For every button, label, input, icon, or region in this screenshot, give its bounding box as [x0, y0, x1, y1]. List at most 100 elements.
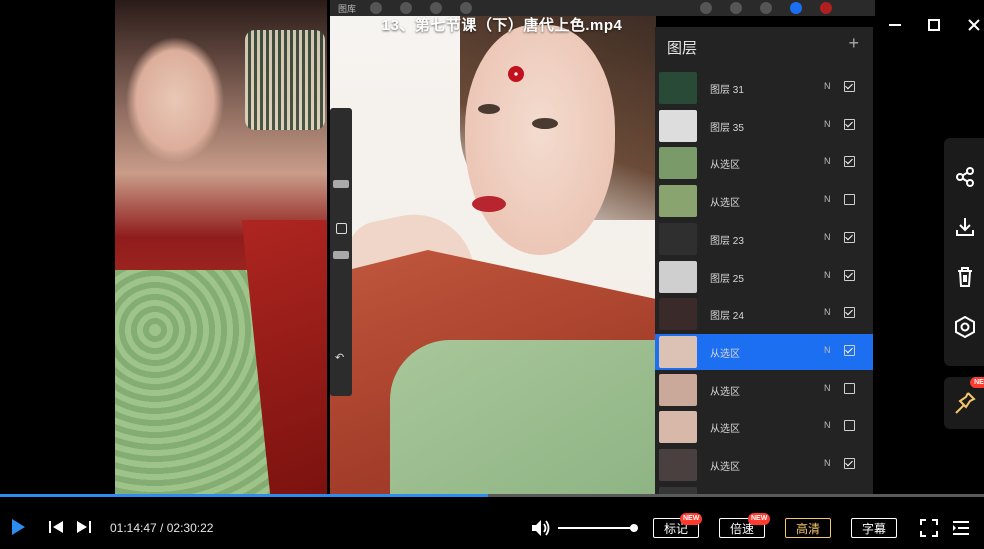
painted-eye-right [532, 118, 558, 129]
layer-name: 从选区 [710, 348, 740, 360]
layer-name: 图层 24 [710, 311, 744, 323]
layer-blend-mode[interactable]: N [824, 81, 831, 91]
layer-thumbnail [659, 109, 697, 142]
fullscreen-button[interactable] [918, 517, 940, 539]
layer-visibility-checkbox[interactable] [844, 118, 855, 130]
layer-visibility-checkbox[interactable] [844, 194, 855, 206]
layer-blend-mode[interactable]: N [824, 119, 831, 129]
layer-blend-mode[interactable]: N [824, 420, 831, 430]
layer-row[interactable]: 从选区 N [655, 372, 873, 408]
smudge-icon [730, 2, 742, 14]
layer-blend-mode[interactable]: N [824, 156, 831, 166]
close-icon [968, 19, 980, 31]
video-title: 13、第七节课（下）唐代上色.mp4 [381, 17, 623, 34]
layer-thumbnail [659, 185, 697, 218]
settings-button[interactable] [952, 314, 978, 340]
painted-eye-left [478, 104, 500, 114]
layer-visibility-checkbox[interactable] [844, 269, 855, 281]
layer-name: 图层 31 [710, 85, 744, 96]
volume-knob[interactable] [630, 524, 638, 532]
layer-name: 从选区 [710, 424, 740, 436]
download-button[interactable] [952, 214, 978, 240]
maximize-icon [928, 19, 940, 31]
painted-face [465, 25, 615, 255]
current-time: 01:14:47 [110, 521, 157, 535]
headdress-ornament [245, 30, 325, 130]
layer-visibility-checkbox[interactable] [844, 344, 855, 356]
undo-icon: ↶ [335, 352, 345, 364]
layer-visibility-checkbox[interactable] [844, 307, 855, 319]
delete-icon [958, 267, 972, 287]
layer-row[interactable]: 从选区 N [655, 183, 873, 219]
opacity-slider-handle [333, 251, 349, 259]
layer-row[interactable]: 图层 24 N [655, 296, 873, 332]
close-button[interactable] [961, 12, 984, 38]
layer-thumbnail [659, 260, 697, 293]
layer-blend-mode[interactable]: N [824, 383, 831, 393]
move-icon [460, 2, 472, 14]
minimize-icon [889, 24, 901, 26]
total-time: 02:30:22 [166, 521, 214, 535]
layer-row[interactable]: 图层 25 N [655, 259, 873, 295]
layer-visibility-checkbox[interactable] [844, 81, 855, 92]
layer-thumbnail [659, 298, 697, 331]
layer-row[interactable]: 从选区 N [655, 447, 873, 483]
layer-thumbnail [659, 147, 697, 180]
player-controls: 01:14:47 / 02:30:22 标记 NEW 倍速 NEW 高清 字幕 [0, 497, 984, 549]
pin-new-badge: NE [970, 377, 984, 388]
layer-visibility-checkbox[interactable] [844, 458, 855, 469]
forehead-flower [508, 66, 524, 82]
next-button[interactable] [75, 517, 93, 537]
brush-size-strip: ↶ [330, 108, 352, 396]
video-frame[interactable]: 图库 ↶ 图层 + 图层 31 N 图层 35 N 从选区 N 从选区 N 图层 23 N 图层 2… [0, 0, 984, 549]
quality-button[interactable]: 高清 [785, 518, 831, 538]
layer-visibility-checkbox[interactable] [844, 420, 855, 432]
layer-name: 从选区 [710, 386, 740, 398]
time-separator: / [156, 521, 167, 535]
painted-green-robe [390, 340, 656, 495]
layer-blend-mode[interactable]: N [824, 458, 831, 468]
layer-blend-mode[interactable]: N [824, 345, 831, 355]
painting-canvas [330, 0, 656, 495]
maximize-button[interactable] [921, 12, 947, 38]
modify-square-icon [336, 223, 347, 234]
layers-icon [790, 2, 802, 14]
share-button[interactable] [952, 164, 978, 190]
layer-row[interactable]: 图层 23 N [655, 221, 873, 257]
select-icon [430, 2, 442, 14]
playlist-button[interactable] [950, 517, 972, 539]
volume-slider[interactable] [558, 527, 634, 529]
layer-name: 图层 35 [710, 122, 744, 134]
play-button[interactable] [8, 517, 28, 537]
speed-new-badge: NEW [748, 513, 771, 525]
painted-lips [472, 196, 506, 212]
subtitle-button[interactable]: 字幕 [851, 518, 897, 538]
layer-row[interactable]: 从选区 N [655, 409, 873, 445]
layer-blend-mode[interactable]: N [824, 270, 831, 280]
play-icon [12, 519, 25, 535]
layer-name: 从选区 [710, 198, 740, 210]
layer-thumbnail [659, 411, 697, 444]
delete-button[interactable] [952, 264, 978, 290]
layer-row[interactable]: 图层 35 N [655, 108, 873, 144]
layer-name: 从选区 [710, 462, 740, 473]
layer-blend-mode[interactable]: N [824, 194, 831, 204]
layer-visibility-checkbox[interactable] [844, 156, 855, 168]
layer-visibility-checkbox[interactable] [844, 231, 855, 243]
layers-panel: 图层 + 图层 31 N 图层 35 N 从选区 N 从选区 N 图层 23 N 图层 25 N 图层 … [655, 27, 873, 519]
volume-button[interactable] [530, 517, 552, 539]
wrench-icon [370, 2, 382, 14]
fullscreen-icon [920, 519, 938, 537]
layer-blend-mode[interactable]: N [824, 307, 831, 317]
settings-icon [955, 316, 975, 338]
next-icon [77, 521, 91, 533]
layer-row[interactable]: 从选区 N [655, 333, 873, 370]
volume-icon [532, 520, 550, 536]
layer-row[interactable]: 从选区 N [655, 145, 873, 181]
layer-visibility-checkbox[interactable] [844, 382, 855, 394]
minimize-button[interactable] [882, 12, 908, 38]
layer-blend-mode[interactable]: N [824, 232, 831, 242]
previous-button[interactable] [47, 517, 65, 537]
layer-row[interactable]: 图层 31 N [655, 70, 873, 106]
layers-header: 图层 [667, 40, 698, 57]
